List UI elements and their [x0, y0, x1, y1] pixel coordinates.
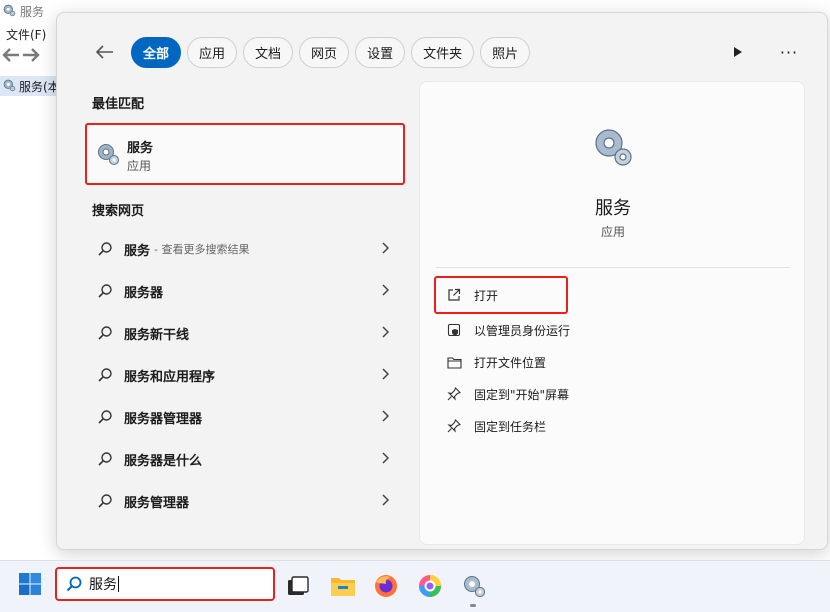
chevron-right-icon — [381, 410, 390, 426]
more-options-button[interactable]: ··· — [775, 39, 803, 65]
best-match-heading: 最佳匹配 — [92, 97, 145, 112]
open-external-icon — [446, 287, 462, 303]
services-gear-icon — [590, 124, 636, 174]
tree-item-services[interactable]: 服务(本 — [0, 76, 58, 96]
search-icon — [65, 575, 83, 593]
web-result-label: 服务管理器 — [124, 495, 190, 511]
windows-start-icon[interactable] — [18, 572, 44, 598]
services-gear-icon — [2, 78, 16, 95]
play-button[interactable] — [725, 39, 751, 65]
details-actions: 打开 以管理员身份运行 打开文件位置 固定到"开始"屏幕 固定到任务栏 — [434, 276, 794, 442]
search-icon — [97, 451, 119, 467]
filter-photos[interactable]: 照片 — [480, 36, 531, 68]
details-app-name: 服务 — [595, 198, 631, 219]
web-search-heading: 搜索网页 — [92, 204, 145, 219]
back-button[interactable] — [89, 36, 121, 68]
search-icon — [97, 283, 119, 299]
window-title: 服务 — [0, 0, 44, 22]
services-gear-icon — [95, 141, 121, 171]
filter-folders[interactable]: 文件夹 — [411, 36, 475, 68]
web-result-label: 服务 — [124, 243, 151, 259]
pin-to-start-label: 固定到"开始"屏幕 — [474, 387, 570, 402]
chevron-right-icon — [381, 242, 390, 258]
file-explorer-icon[interactable] — [329, 572, 357, 600]
open-action[interactable]: 打开 — [434, 276, 568, 314]
chevron-right-icon — [381, 368, 390, 384]
web-result-item[interactable]: 服务器管理器 — [89, 396, 399, 438]
running-indicator — [470, 604, 476, 607]
run-as-admin-label: 以管理员身份运行 — [474, 323, 571, 338]
window-title-text: 服务 — [20, 4, 45, 19]
details-pane: 服务 应用 打开 以管理员身份运行 打开文件位置 固定到"开始"屏幕 固定到任务… — [419, 81, 805, 545]
web-result-label: 服务和应用程序 — [124, 369, 216, 385]
open-file-location-label: 打开文件位置 — [474, 355, 547, 370]
filter-web[interactable]: 网页 — [299, 36, 350, 68]
web-result-item[interactable]: 服务 - 查看更多搜索结果 — [89, 228, 399, 270]
best-match-result[interactable]: 服务 应用 — [85, 123, 405, 185]
forward-arrow-icon[interactable] — [22, 48, 40, 66]
chevron-right-icon — [381, 452, 390, 468]
folder-icon — [446, 354, 462, 370]
search-icon — [97, 325, 119, 341]
task-view-icon[interactable] — [284, 572, 312, 600]
pin-to-taskbar-action[interactable]: 固定到任务栏 — [434, 410, 794, 442]
filter-apps[interactable]: 应用 — [187, 36, 238, 68]
chevron-right-icon — [381, 326, 390, 342]
web-result-item[interactable]: 服务器是什么 — [89, 438, 399, 480]
search-icon — [97, 241, 119, 257]
pin-icon — [446, 386, 462, 402]
web-result-item[interactable]: 服务和应用程序 — [89, 354, 399, 396]
firefox-icon[interactable] — [372, 572, 400, 600]
menu-file[interactable]: 文件(F) — [6, 26, 46, 43]
pin-to-taskbar-label: 固定到任务栏 — [474, 419, 547, 434]
open-file-location-action[interactable]: 打开文件位置 — [434, 346, 794, 378]
best-match-type: 应用 — [127, 159, 152, 173]
taskbar: 服务 — [0, 560, 830, 612]
filter-all[interactable]: 全部 — [131, 36, 182, 68]
web-result-label: 服务器管理器 — [124, 411, 203, 427]
web-results-list: 服务 - 查看更多搜索结果 服务器 服务新干线 服务和应用程序 服务器管理器 服… — [89, 228, 399, 522]
taskbar-search-box[interactable]: 服务 — [55, 567, 275, 601]
taskbar-search-input[interactable]: 服务 — [89, 574, 117, 594]
pin-to-start-action[interactable]: 固定到"开始"屏幕 — [434, 378, 794, 410]
search-icon — [97, 493, 119, 509]
filter-bar: 全部 应用 文档 网页 设置 文件夹 照片 — [89, 36, 531, 68]
web-result-label: 服务器 — [124, 285, 164, 301]
back-arrow-icon[interactable] — [2, 48, 20, 66]
services-gear-icon — [2, 3, 16, 20]
play-icon — [734, 47, 742, 57]
filter-settings[interactable]: 设置 — [355, 36, 406, 68]
shield-admin-icon — [446, 322, 462, 338]
nav-toolbar — [2, 48, 40, 66]
best-match-name: 服务 — [127, 141, 154, 156]
web-result-label: 服务新干线 — [124, 327, 190, 343]
details-app-type: 应用 — [600, 225, 625, 239]
web-result-suffix: - 查看更多搜索结果 — [154, 243, 250, 256]
services-gear-icon[interactable] — [460, 572, 488, 600]
pin-icon — [446, 418, 462, 434]
web-result-item[interactable]: 服务管理器 — [89, 480, 399, 522]
back-arrow-icon — [95, 45, 113, 59]
chevron-right-icon — [381, 494, 390, 510]
search-icon — [97, 367, 119, 383]
run-as-admin-action[interactable]: 以管理员身份运行 — [434, 314, 794, 346]
web-result-label: 服务器是什么 — [124, 453, 203, 469]
search-icon — [97, 409, 119, 425]
web-result-item[interactable]: 服务新干线 — [89, 312, 399, 354]
tree-item-label: 服务(本 — [19, 79, 58, 94]
web-result-item[interactable]: 服务器 — [89, 270, 399, 312]
chrome-like-icon[interactable] — [416, 572, 444, 600]
open-action-label: 打开 — [474, 288, 499, 303]
chevron-right-icon — [381, 284, 390, 300]
divider — [436, 267, 790, 268]
tree-pane — [0, 70, 58, 540]
start-search-panel: 全部 应用 文档 网页 设置 文件夹 照片 ··· 最佳匹配 服务 应用 搜索网… — [56, 12, 828, 550]
filter-documents[interactable]: 文档 — [243, 36, 294, 68]
text-caret — [118, 576, 119, 592]
